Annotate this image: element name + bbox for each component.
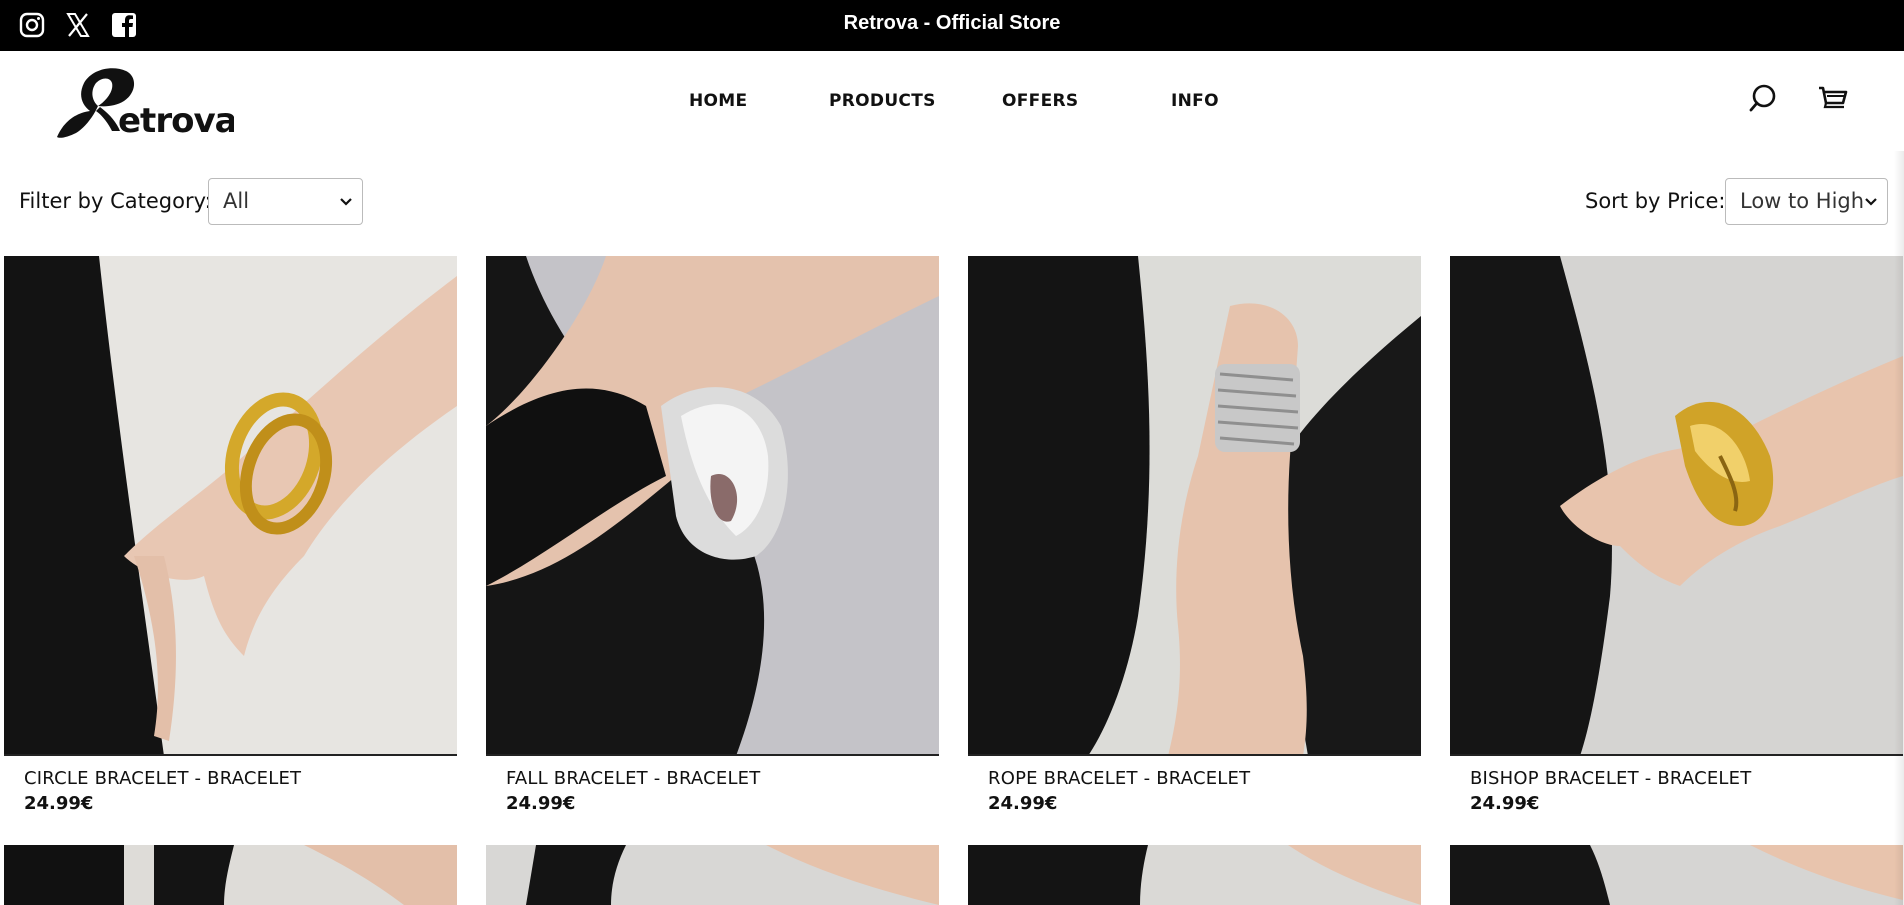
scroll-shadow [1894,151,1904,905]
product-image-next-row[interactable] [4,845,457,905]
site-header: etrova HOME PRODUCTS OFFERS INFO [0,51,1904,151]
chevron-down-icon [1863,192,1879,210]
product-price: 24.99€ [988,793,1058,814]
top-bar: Retrova - Official Store [0,0,1904,51]
product-price: 24.99€ [1470,793,1540,814]
nav-products[interactable]: PRODUCTS [829,91,936,111]
product-card[interactable]: CIRCLE BRACELET - BRACELET 24.99€ [4,256,457,814]
main-nav: HOME PRODUCTS OFFERS INFO [0,91,1904,115]
product-card[interactable]: ROPE BRACELET - BRACELET 24.99€ [968,256,1421,814]
category-select[interactable]: All [208,178,363,225]
product-name[interactable]: BISHOP BRACELET - BRACELET [1470,768,1751,789]
product-image-next-row[interactable] [1450,845,1903,905]
filter-category-label: Filter by Category: [19,189,212,213]
nav-home[interactable]: HOME [689,91,747,111]
chevron-down-icon [338,192,354,210]
product-image[interactable] [486,256,939,756]
product-name[interactable]: CIRCLE BRACELET - BRACELET [24,768,301,789]
product-price: 24.99€ [24,793,94,814]
search-icon[interactable] [1746,81,1780,115]
sort-price-label: Sort by Price: [1585,189,1726,213]
product-card[interactable]: BISHOP BRACELET - BRACELET 24.99€ [1450,256,1903,814]
product-image-next-row[interactable] [968,845,1421,905]
product-name[interactable]: ROPE BRACELET - BRACELET [988,768,1250,789]
product-price: 24.99€ [506,793,576,814]
sort-select[interactable]: Low to High [1725,178,1888,225]
product-image[interactable] [968,256,1421,756]
product-card[interactable]: FALL BRACELET - BRACELET 24.99€ [486,256,939,814]
category-select-value: All [223,189,250,213]
product-name[interactable]: FALL BRACELET - BRACELET [506,768,760,789]
nav-info[interactable]: INFO [1171,91,1219,111]
store-title: Retrova - Official Store [843,12,1061,34]
cart-icon[interactable] [1816,81,1850,115]
product-image-next-row[interactable] [486,845,939,905]
product-image[interactable] [4,256,457,756]
product-image[interactable] [1450,256,1903,756]
sort-select-value: Low to High [1740,189,1865,213]
nav-offers[interactable]: OFFERS [1002,91,1078,111]
